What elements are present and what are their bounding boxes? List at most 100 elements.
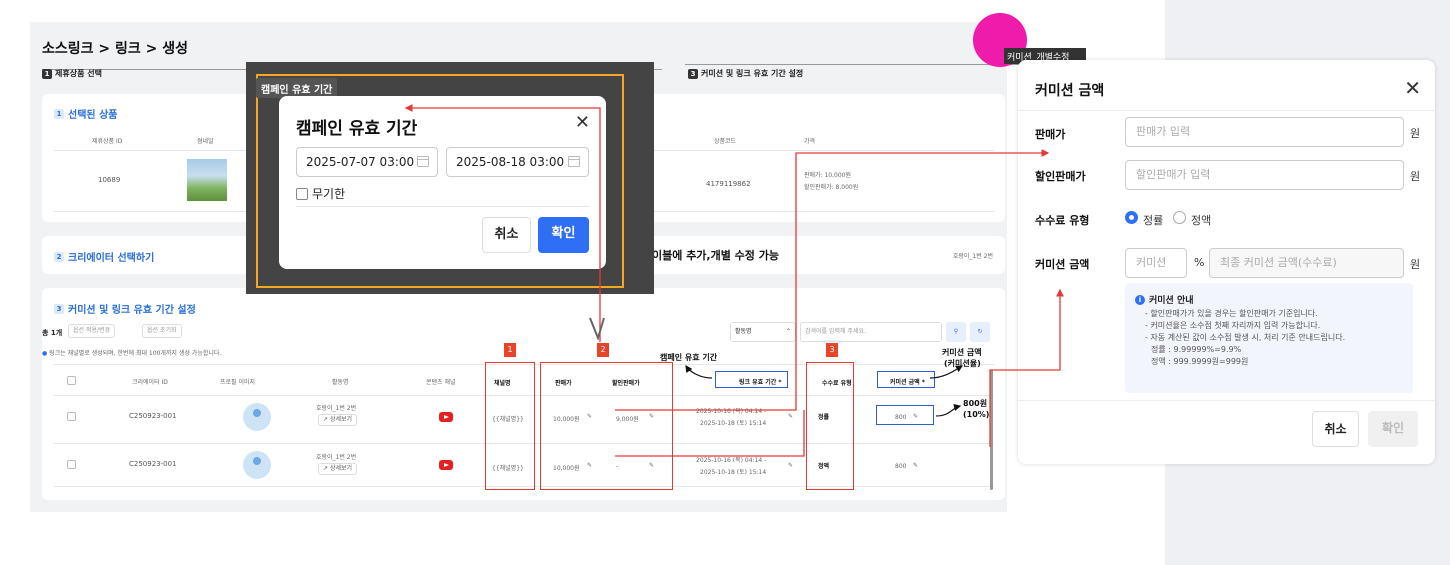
fee-type-rate-label: 정률	[1143, 214, 1164, 227]
cancel-button[interactable]: 취소	[1312, 411, 1359, 447]
annotation-commission-label-2: (커미션율)	[944, 359, 981, 368]
close-icon[interactable]: ✕	[1404, 76, 1421, 100]
end-date-value: 2025-08-18 03:00	[456, 155, 565, 169]
start-date-input[interactable]: 2025-07-07 03:00	[296, 147, 438, 177]
card-title: 선택된 상품	[68, 110, 118, 121]
start-date-value: 2025-07-07 03:00	[306, 155, 415, 169]
step-1-label: 제휴상품 선택	[55, 69, 102, 78]
commission-rate-input[interactable]: 커미션율	[1125, 248, 1187, 297]
calendar-icon	[417, 156, 429, 167]
annotation-result-amount: 800원	[963, 399, 988, 408]
price-line-1: 판매가: 10,000원	[804, 172, 852, 179]
annotation-campaign-period: 캠페인 유효 기간	[660, 353, 718, 362]
detail-label: 상세보기	[329, 416, 353, 423]
col-thumbnail: 썸네일	[197, 138, 214, 145]
commission-amount-modal: 커미션 금액 ✕ 판매가 판매가 입력 원 할인판매가 할인판매가 입력 원 수…	[1018, 60, 1435, 464]
chevron-down-icon: ⌃	[785, 328, 791, 335]
confirm-button[interactable]: 확인	[1368, 411, 1418, 447]
breadcrumb: 소스링크 > 링크 > 생성	[42, 41, 188, 57]
info-icon: i	[1135, 294, 1145, 305]
product-code-value: 4179119862	[706, 180, 751, 188]
fee-type-label: 수수료 유형	[1035, 214, 1090, 227]
sale-price-label: 판매가	[1035, 128, 1066, 141]
annotation-commission-label-1: 커미션 금액	[942, 348, 982, 357]
step-1-number: 1	[42, 68, 52, 79]
annotation-result-rate: (10%)	[963, 410, 990, 419]
info-line: 정액 : 999.9999원=999원	[1151, 357, 1249, 366]
row-creator-id: C250923-001	[129, 412, 177, 420]
annotation-period-box	[715, 371, 788, 388]
info-title-label: 커미션 안내	[1149, 296, 1194, 306]
filter-select-value: 활동명	[735, 328, 752, 335]
card-number: 2	[54, 251, 64, 262]
col-product-id: 제휴상품 ID	[92, 138, 123, 145]
commission-label: 커미션 금액	[1035, 258, 1090, 271]
price-line-2: 할인판매가: 8,000원	[804, 184, 859, 191]
step-3[interactable]: 3 커미션 및 링크 유효 기간 설정	[688, 68, 803, 79]
youtube-icon	[439, 412, 453, 422]
unit-won: 원	[1410, 127, 1421, 140]
close-icon[interactable]: ✕	[575, 112, 590, 133]
avatar	[243, 451, 271, 479]
discount-price-input[interactable]: 할인판매가 입력	[1125, 160, 1404, 190]
confirm-button[interactable]: 확인	[538, 217, 589, 253]
checkbox-icon	[296, 187, 308, 200]
search-icon[interactable]: ⚲	[946, 322, 966, 342]
info-line: - 할인판매가가 있을 경우는 할인판매가 기준입니다.	[1145, 309, 1318, 318]
select-all-checkbox[interactable]	[67, 376, 76, 385]
apply-option-button[interactable]: 옵션 적용/변경	[68, 324, 116, 338]
fee-type-fixed-label: 정액	[1191, 214, 1212, 227]
refresh-icon[interactable]: ↻	[970, 322, 990, 342]
external-link-icon: ↗	[323, 465, 329, 472]
edit-icon[interactable]: ✎	[788, 413, 793, 420]
card-number: 1	[54, 108, 64, 119]
fee-type-rate-radio[interactable]	[1125, 211, 1138, 224]
annotation-box-1	[485, 362, 535, 490]
row-checkbox[interactable]	[67, 460, 76, 469]
info-line: 정률 : 9.99999%=9.9%	[1151, 345, 1242, 354]
modal-title: 커미션 금액	[1035, 83, 1105, 99]
filter-select[interactable]: 활동명 ⌃	[730, 322, 796, 342]
col-activity: 활동명	[332, 379, 349, 386]
step-line-right	[685, 64, 1030, 65]
detail-button[interactable]: ↗ 상세보기	[318, 463, 358, 475]
row-commission: 800	[895, 463, 907, 470]
calendar-icon	[568, 156, 580, 167]
col-product-code: 상품코드	[714, 138, 737, 145]
detail-button[interactable]: ↗ 상세보기	[318, 414, 358, 426]
product-id-value: 10689	[98, 176, 121, 184]
unlimited-checkbox[interactable]: 무기한	[296, 185, 345, 202]
col-channel: 콘텐츠 채널	[426, 379, 456, 386]
annotation-box-3	[806, 362, 854, 490]
info-line: - 커미션율은 소수점 첫째 자리까지 입력 가능합니다.	[1145, 321, 1321, 330]
unit-percent: %	[1194, 256, 1205, 269]
commission-info-box: i 커미션 안내 - 할인판매가가 있을 경우는 할인판매가 기준입니다. - …	[1125, 283, 1413, 393]
annotation-badge-2: 2	[597, 343, 609, 357]
step-3-number: 3	[688, 68, 698, 79]
edit-icon[interactable]: ✎	[788, 462, 793, 469]
avatar	[243, 403, 271, 431]
row-checkbox[interactable]	[67, 412, 76, 421]
row-activity: 호랑이_1번 2번	[316, 454, 357, 461]
row-period-end: 2025-10-18 (토) 15:14	[700, 420, 767, 427]
end-date-input[interactable]: 2025-08-18 03:00	[446, 147, 589, 177]
info-icon: ●	[42, 350, 48, 357]
step-1[interactable]: 1 제휴상품 선택	[42, 68, 102, 79]
campaign-period-modal: 캠페인 유효 기간 ✕ 2025-07-07 03:00 2025-08-18 …	[279, 96, 606, 269]
fee-type-fixed-radio[interactable]	[1173, 211, 1186, 224]
final-commission-input: 최종 커미션 금액(수수료)	[1209, 248, 1404, 278]
cancel-button[interactable]: 취소	[482, 217, 531, 253]
scrollbar[interactable]	[990, 370, 993, 490]
unlimited-label: 무기한	[312, 187, 346, 201]
divider	[1018, 110, 1435, 111]
edit-icon[interactable]: ✎	[913, 462, 918, 469]
col-profile: 프로필 이미지	[220, 379, 256, 386]
search-input[interactable]: 검색어를 입력해 주세요.	[800, 322, 942, 342]
annotation-commission-value-box	[876, 405, 934, 425]
annotation-box-2	[540, 362, 673, 490]
product-thumbnail	[187, 159, 227, 201]
card-title: 커미션 및 링크 유효 기간 설정	[68, 305, 196, 316]
reset-option-button[interactable]: 옵션 초기화	[142, 324, 182, 338]
creator-select-title: 2 크리에이터 선택하기	[54, 249, 154, 264]
sale-price-input[interactable]: 판매가 입력	[1125, 117, 1404, 147]
